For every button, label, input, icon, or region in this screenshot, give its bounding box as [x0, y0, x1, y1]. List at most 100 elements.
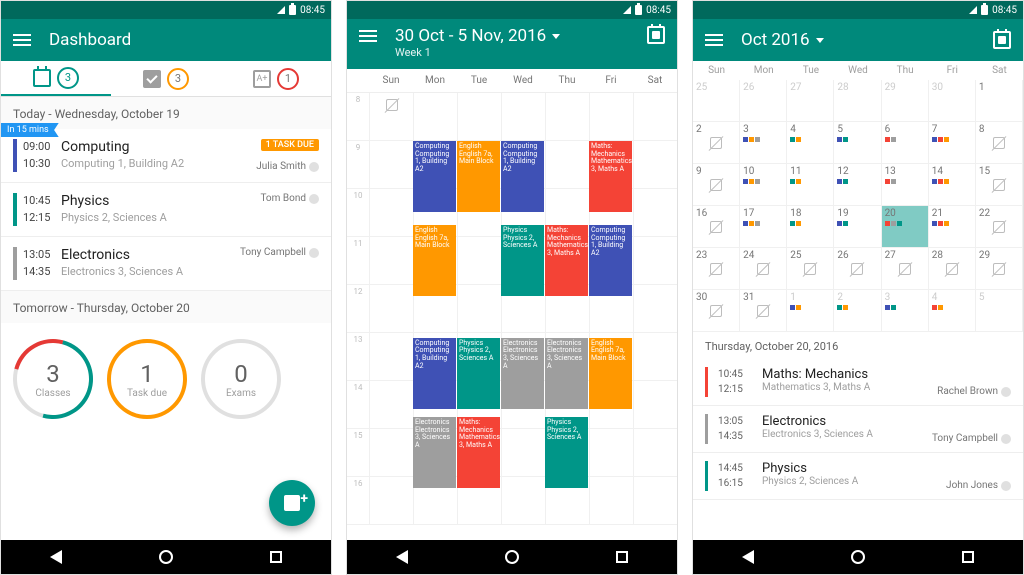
event-dot [891, 137, 896, 142]
home-icon[interactable] [851, 550, 865, 564]
month-cell[interactable]: 3 [740, 122, 787, 163]
month-cell[interactable]: 6 [882, 122, 929, 163]
week-event[interactable]: Computing Computing 1, Building A2 [501, 141, 544, 212]
week-event[interactable]: Physics Physics 2, Sciences A [545, 417, 588, 488]
month-cell[interactable]: 5 [976, 290, 1023, 331]
recents-icon[interactable] [270, 551, 282, 563]
month-cell[interactable]: 28 [929, 248, 976, 289]
month-cell[interactable]: 23 [693, 248, 740, 289]
day-event-row[interactable]: 14:4516:15 Physics Physics 2, Sciences A… [693, 453, 1023, 500]
fab-add[interactable] [269, 480, 315, 526]
month-scroll[interactable]: SunMonTueWedThuFriSat 252627282930123456… [693, 61, 1023, 540]
menu-icon[interactable] [13, 34, 31, 46]
day-event-row[interactable]: 10:4512:15 Maths: Mechanics Mathematics … [693, 359, 1023, 406]
month-cell[interactable]: 29 [976, 248, 1023, 289]
day-event-row[interactable]: 13:0514:35 Electronics Electronics 3, Sc… [693, 406, 1023, 453]
menu-icon[interactable] [359, 30, 377, 42]
class-row[interactable]: 09:0010:30 Computing Computing 1, Buildi… [1, 129, 331, 183]
month-cell[interactable]: 11 [787, 164, 834, 205]
week-event[interactable]: Computing Computing 1, Building A2 [413, 141, 456, 212]
signal-icon [277, 6, 285, 14]
month-cell[interactable]: 8 [976, 122, 1023, 163]
month-cell[interactable]: 29 [882, 80, 929, 121]
month-cell[interactable]: 9 [693, 164, 740, 205]
tab-exam[interactable]: A+1 [221, 61, 331, 96]
month-cell[interactable]: 16 [693, 206, 740, 247]
home-icon[interactable] [505, 550, 519, 564]
back-icon[interactable] [742, 550, 754, 564]
month-cell[interactable]: 25 [787, 248, 834, 289]
month-cell[interactable]: 4 [787, 122, 834, 163]
recents-icon[interactable] [616, 551, 628, 563]
week-event[interactable]: Physics Physics 2, Sciences A [457, 338, 500, 409]
week-grid[interactable]: 8910111213141516Computing Computing 1, B… [347, 93, 677, 525]
month-cell[interactable]: 21 [929, 206, 976, 247]
week-range[interactable]: 30 Oct - 5 Nov, 2016 [395, 26, 560, 46]
tab-check[interactable]: 3 [111, 61, 221, 96]
month-cell[interactable]: 27 [787, 80, 834, 121]
month-cell[interactable]: 12 [834, 164, 881, 205]
month-title[interactable]: Oct 2016 [741, 30, 824, 50]
month-cell[interactable]: 2 [693, 122, 740, 163]
summary-ring-exams[interactable]: 0Exams [201, 339, 281, 419]
week-event[interactable]: Electronics Electronics 3, Sciences A [501, 338, 544, 409]
week-event[interactable]: Computing Computing 1, Building A2 [589, 225, 632, 296]
week-event[interactable]: English English 7a, Main Block [457, 141, 500, 212]
month-cell[interactable]: 13 [882, 164, 929, 205]
month-cell[interactable]: 30 [693, 290, 740, 331]
class-location: Computing 1, Building A2 [61, 157, 246, 170]
month-cell[interactable]: 28 [834, 80, 881, 121]
week-event[interactable]: Computing Computing 1, Building A2 [413, 338, 456, 409]
summary-ring-classes[interactable]: 3Classes [13, 339, 93, 419]
class-times: 10:4512:15 [13, 193, 51, 226]
month-cell[interactable]: 3 [882, 290, 929, 331]
no-class-icon [802, 261, 818, 277]
menu-icon[interactable] [705, 34, 723, 46]
month-cell[interactable]: 20 [882, 206, 929, 247]
week-event[interactable]: English English 7a, Main Block [589, 338, 632, 409]
week-event[interactable]: Maths: Mechanics Mathematics 3, Maths A [457, 417, 500, 488]
event-dot [944, 221, 949, 226]
week-scroll[interactable]: SunMonTueWedThuFriSat 8910111213141516Co… [347, 69, 677, 540]
week-event[interactable]: Electronics Electronics 3, Sciences A [545, 338, 588, 409]
month-cell[interactable]: 31 [740, 290, 787, 331]
month-cell[interactable]: 19 [834, 206, 881, 247]
month-cell[interactable]: 17 [740, 206, 787, 247]
month-cell[interactable]: 1 [787, 290, 834, 331]
month-cell[interactable]: 7 [929, 122, 976, 163]
event-dot [932, 137, 937, 142]
week-event[interactable]: English English 7a, Main Block [413, 225, 456, 296]
week-event[interactable]: Maths: Mechanics Mathematics 3, Maths A [589, 141, 632, 212]
month-cell[interactable]: 1 [976, 80, 1023, 121]
today-icon[interactable] [647, 26, 665, 44]
week-event[interactable]: Maths: Mechanics Mathematics 3, Maths A [545, 225, 588, 296]
month-cell[interactable]: 10 [740, 164, 787, 205]
week-event[interactable]: Electronics Electronics 3, Sciences A [413, 417, 456, 488]
event-dot [938, 305, 943, 310]
month-cell[interactable]: 26 [834, 248, 881, 289]
today-icon[interactable] [993, 31, 1011, 49]
class-row[interactable]: 13:0514:35 Electronics Electronics 3, Sc… [1, 237, 331, 291]
month-cell[interactable]: 15 [976, 164, 1023, 205]
month-cell[interactable]: 2 [834, 290, 881, 331]
month-cell[interactable]: 14 [929, 164, 976, 205]
home-icon[interactable] [159, 550, 173, 564]
month-cell[interactable]: 25 [693, 80, 740, 121]
event-dot [932, 179, 937, 184]
summary-ring-task due[interactable]: 1Task due [107, 339, 187, 419]
month-cell[interactable]: 18 [787, 206, 834, 247]
month-cell[interactable]: 27 [882, 248, 929, 289]
back-icon[interactable] [50, 550, 62, 564]
week-event[interactable]: Physics Physics 2, Sciences A [501, 225, 544, 296]
month-cell[interactable]: 22 [976, 206, 1023, 247]
tab-calendar[interactable]: 3 [1, 61, 111, 96]
month-cell[interactable]: 4 [929, 290, 976, 331]
month-cell[interactable]: 24 [740, 248, 787, 289]
recents-icon[interactable] [962, 551, 974, 563]
month-cell[interactable]: 5 [834, 122, 881, 163]
month-cell[interactable]: 30 [929, 80, 976, 121]
month-grid[interactable]: 2526272829301234567891011121314151617181… [693, 80, 1023, 332]
back-icon[interactable] [396, 550, 408, 564]
month-cell[interactable]: 26 [740, 80, 787, 121]
class-row[interactable]: 10:4512:15 Physics Physics 2, Sciences A… [1, 183, 331, 237]
